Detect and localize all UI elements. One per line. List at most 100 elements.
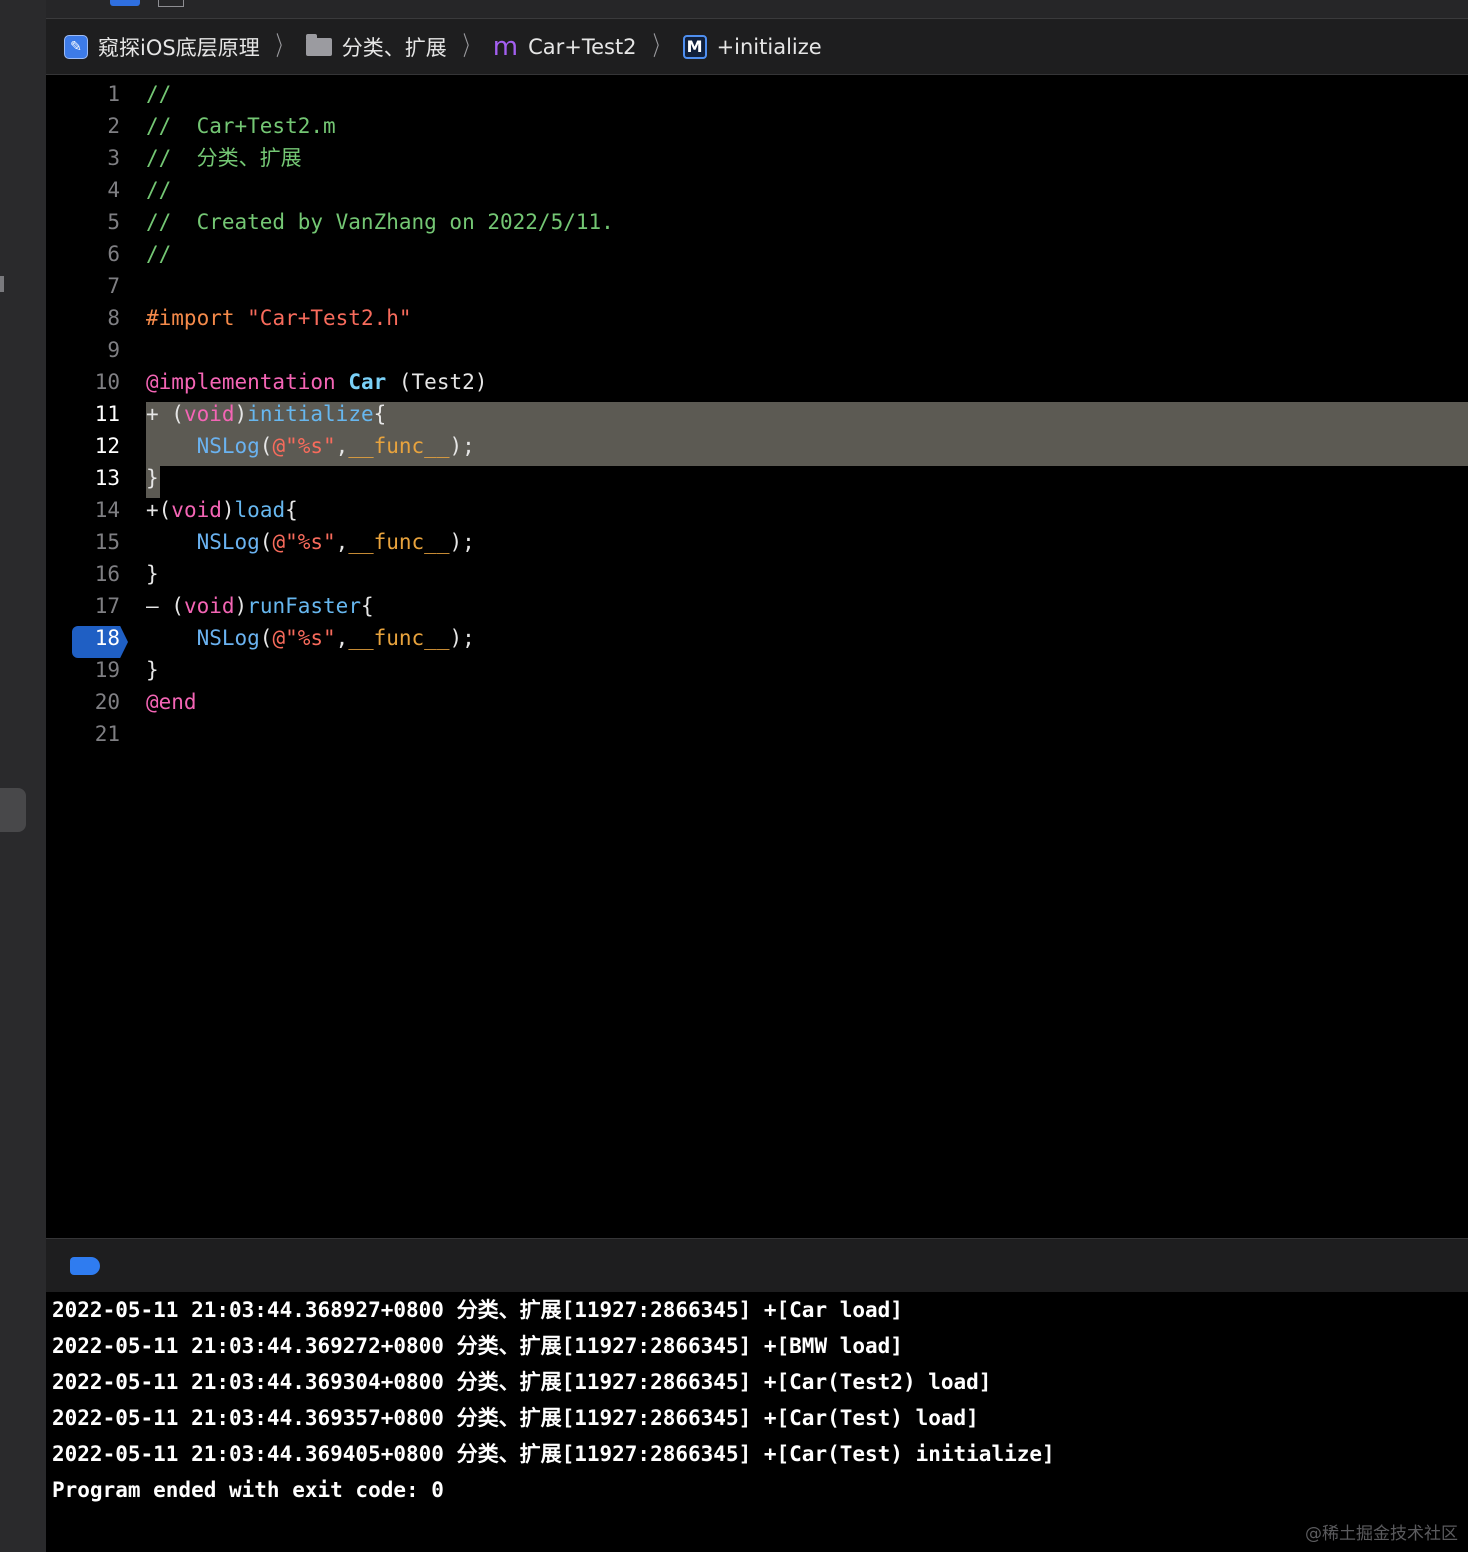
objc-m-file-icon: m bbox=[492, 31, 519, 62]
code-line[interactable]: 18 NSLog(@"%s",__func__); bbox=[46, 622, 1468, 654]
code-text: +(void)load{ bbox=[146, 494, 298, 526]
line-number[interactable]: 10 bbox=[46, 366, 120, 398]
code-text: #import "Car+Test2.h" bbox=[146, 302, 412, 334]
code-text: + (void)initialize{ bbox=[146, 398, 386, 430]
code-line[interactable]: 16} bbox=[46, 558, 1468, 590]
chevron-right-icon: 〉 bbox=[652, 31, 667, 62]
code-token: } bbox=[146, 466, 159, 490]
code-line[interactable]: 8 #import "Car+Test2.h" bbox=[46, 302, 1468, 334]
code-text: // Created by VanZhang on 2022/5/11. bbox=[146, 206, 614, 238]
line-number[interactable]: 2 bbox=[46, 110, 120, 142]
code-token: NSLog bbox=[196, 434, 260, 458]
breadcrumb-group[interactable]: 分类、扩展 bbox=[305, 32, 447, 62]
code-token: @"%s" bbox=[272, 530, 336, 554]
code-editor[interactable]: 1 // 2 // Car+Test2.m 3 // 分类、扩展 4 // 5 // Create… bbox=[46, 76, 1468, 1238]
code-token: // 分类、扩展 bbox=[146, 146, 302, 170]
line-number[interactable]: 17 bbox=[46, 590, 120, 622]
code-line[interactable]: 19} bbox=[46, 654, 1468, 686]
code-line[interactable]: 2 // Car+Test2.m bbox=[46, 110, 1468, 142]
tab-active-indicator[interactable] bbox=[110, 0, 140, 6]
line-number[interactable]: 3 bbox=[46, 142, 120, 174]
breadcrumb-project[interactable]: ✎ 窥探iOS底层原理 bbox=[64, 32, 260, 62]
code-text: } bbox=[146, 654, 159, 686]
code-token: ) bbox=[234, 594, 248, 618]
line-number[interactable]: 13 bbox=[46, 462, 120, 494]
code-token: , bbox=[335, 530, 349, 554]
code-token: // bbox=[146, 178, 172, 202]
code-line[interactable]: 1 // bbox=[46, 78, 1468, 110]
code-line[interactable]: 12 NSLog(@"%s",__func__); bbox=[46, 430, 1468, 462]
code-token: ( bbox=[259, 626, 273, 650]
code-token: // Created by VanZhang on 2022/5/11. bbox=[146, 210, 614, 234]
code-token: ); bbox=[449, 434, 475, 458]
code-line[interactable]: 21 bbox=[46, 718, 1468, 750]
line-number[interactable]: 9 bbox=[46, 334, 120, 366]
code-token: } bbox=[146, 658, 159, 682]
breakpoints-toggle-icon[interactable] bbox=[70, 1257, 100, 1275]
code-token: @"%s" bbox=[272, 434, 336, 458]
code-token: ); bbox=[449, 626, 475, 650]
code-line[interactable]: 9 bbox=[46, 334, 1468, 366]
code-line[interactable]: 15 NSLog(@"%s",__func__); bbox=[46, 526, 1468, 558]
code-token: runFaster bbox=[247, 594, 361, 618]
line-number[interactable]: 12 bbox=[46, 430, 120, 462]
breadcrumb-method[interactable]: M +initialize bbox=[682, 34, 822, 59]
debug-console[interactable]: 2022-05-11 21:03:44.368927+0800 分类、扩展[11… bbox=[46, 1292, 1468, 1552]
code-token: , bbox=[335, 434, 349, 458]
app-project-icon: ✎ bbox=[64, 34, 88, 59]
code-line[interactable]: 6 // bbox=[46, 238, 1468, 270]
method-M-icon: M bbox=[682, 34, 707, 59]
tab-bar bbox=[46, 0, 1468, 19]
console-toolbar bbox=[46, 1238, 1468, 1293]
line-number[interactable]: 11 bbox=[46, 398, 120, 430]
line-number[interactable]: 6 bbox=[46, 238, 120, 270]
line-number[interactable]: 14 bbox=[46, 494, 120, 526]
code-line[interactable]: 17 – (void)runFaster{ bbox=[46, 590, 1468, 622]
line-number[interactable]: 18 bbox=[46, 622, 120, 654]
code-line[interactable]: 10 @implementation Car (Test2) bbox=[46, 366, 1468, 398]
navigator-strip bbox=[0, 0, 46, 1552]
code-token: NSLog bbox=[196, 530, 260, 554]
code-line[interactable]: 20 @end bbox=[46, 686, 1468, 718]
code-line[interactable]: 4 // bbox=[46, 174, 1468, 206]
code-token: { bbox=[373, 402, 387, 426]
code-line[interactable]: 3 // 分类、扩展 bbox=[46, 142, 1468, 174]
console-line: 2022-05-11 21:03:44.369357+0800 分类、扩展[11… bbox=[52, 1406, 979, 1430]
code-line[interactable]: 7 bbox=[46, 270, 1468, 302]
tab-grid-icon[interactable] bbox=[158, 0, 184, 7]
line-number[interactable]: 8 bbox=[46, 302, 120, 334]
line-number[interactable]: 21 bbox=[46, 718, 120, 750]
line-number[interactable]: 5 bbox=[46, 206, 120, 238]
breadcrumb-file[interactable]: m Car+Test2 bbox=[493, 32, 637, 62]
navigator-selection[interactable] bbox=[0, 788, 26, 832]
line-number[interactable]: 16 bbox=[46, 558, 120, 590]
code-token: __func__ bbox=[348, 434, 450, 458]
code-line[interactable]: 13} bbox=[46, 462, 1468, 494]
line-number[interactable]: 4 bbox=[46, 174, 120, 206]
code-token: // Car+Test2.m bbox=[146, 114, 336, 138]
folder-icon bbox=[305, 33, 332, 56]
navigator-marker bbox=[0, 276, 4, 292]
code-token: "Car+Test2.h" bbox=[247, 306, 412, 330]
line-number[interactable]: 1 bbox=[46, 78, 120, 110]
code-token: ) bbox=[234, 402, 248, 426]
code-token: { bbox=[285, 498, 298, 522]
code-line[interactable]: 11 + (void)initialize{ bbox=[46, 398, 1468, 430]
code-text: – (void)runFaster{ bbox=[146, 590, 374, 622]
code-text: // bbox=[146, 174, 171, 206]
chevron-right-icon: 〉 bbox=[462, 31, 477, 62]
code-line[interactable]: 5 // Created by VanZhang on 2022/5/11. bbox=[46, 206, 1468, 238]
code-line[interactable]: 14 +(void)load{ bbox=[46, 494, 1468, 526]
code-token: __func__ bbox=[348, 626, 450, 650]
code-token: , bbox=[335, 626, 349, 650]
line-number[interactable]: 15 bbox=[46, 526, 120, 558]
line-number[interactable]: 19 bbox=[46, 654, 120, 686]
line-number[interactable]: 20 bbox=[46, 686, 120, 718]
line-number[interactable]: 7 bbox=[46, 270, 120, 302]
code-token: ( bbox=[259, 434, 273, 458]
console-line: 2022-05-11 21:03:44.369272+0800 分类、扩展[11… bbox=[52, 1334, 903, 1358]
code-token: ); bbox=[449, 530, 475, 554]
code-text: NSLog(@"%s",__func__); bbox=[146, 430, 475, 462]
